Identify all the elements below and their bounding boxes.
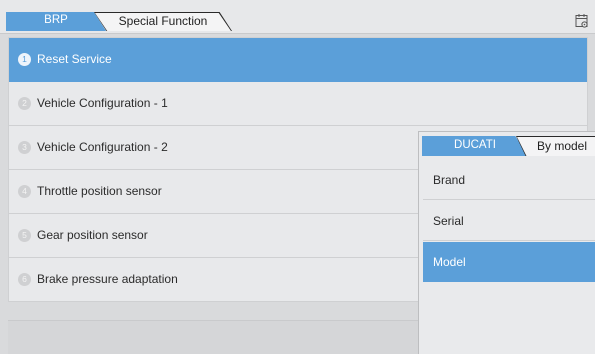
popup-breadcrumb-make[interactable]: DUCATI xyxy=(422,136,528,156)
calendar-settings-icon[interactable] xyxy=(575,13,589,29)
item-label: Throttle position sensor xyxy=(37,184,162,198)
item-label: Reset Service xyxy=(37,52,112,66)
top-bar: BRP Special Function xyxy=(0,0,595,34)
item-number-badge: 4 xyxy=(18,185,31,198)
popup-option-label: Brand xyxy=(433,173,466,187)
item-number-badge: 6 xyxy=(18,273,31,286)
breadcrumb-brand-label: BRP xyxy=(44,14,68,26)
popup-option-model[interactable]: Model xyxy=(423,242,595,282)
list-item[interactable]: 2 Vehicle Configuration - 1 xyxy=(9,82,587,126)
popup-option-serial[interactable]: Serial xyxy=(423,201,595,241)
popup-breadcrumb-make-label: DUCATI xyxy=(454,139,496,151)
model-selection-popup: DUCATI By model Brand Serial Model xyxy=(418,131,595,354)
item-label: Vehicle Configuration - 1 xyxy=(37,96,168,110)
item-label: Gear position sensor xyxy=(37,228,148,242)
item-number-badge: 2 xyxy=(18,97,31,110)
list-item[interactable]: 1 Reset Service xyxy=(9,38,587,82)
special-function-screen: BRP Special Function 1 Reset Service 2 V… xyxy=(0,0,595,354)
popup-option-label: Serial xyxy=(433,214,464,228)
popup-breadcrumb-by-model-label: By model xyxy=(536,139,588,153)
breadcrumb-special-function[interactable]: Special Function xyxy=(94,12,232,31)
breadcrumb-brand[interactable]: BRP xyxy=(6,12,106,31)
popup-option-brand[interactable]: Brand xyxy=(423,160,595,200)
popup-breadcrumb-by-model[interactable]: By model xyxy=(516,136,595,156)
item-label: Vehicle Configuration - 2 xyxy=(37,140,168,154)
item-label: Brake pressure adaptation xyxy=(37,272,178,286)
item-number-badge: 5 xyxy=(18,229,31,242)
item-number-badge: 1 xyxy=(18,53,31,66)
popup-option-label: Model xyxy=(433,255,466,269)
item-number-badge: 3 xyxy=(18,141,31,154)
breadcrumb-special-function-label: Special Function xyxy=(118,14,208,28)
